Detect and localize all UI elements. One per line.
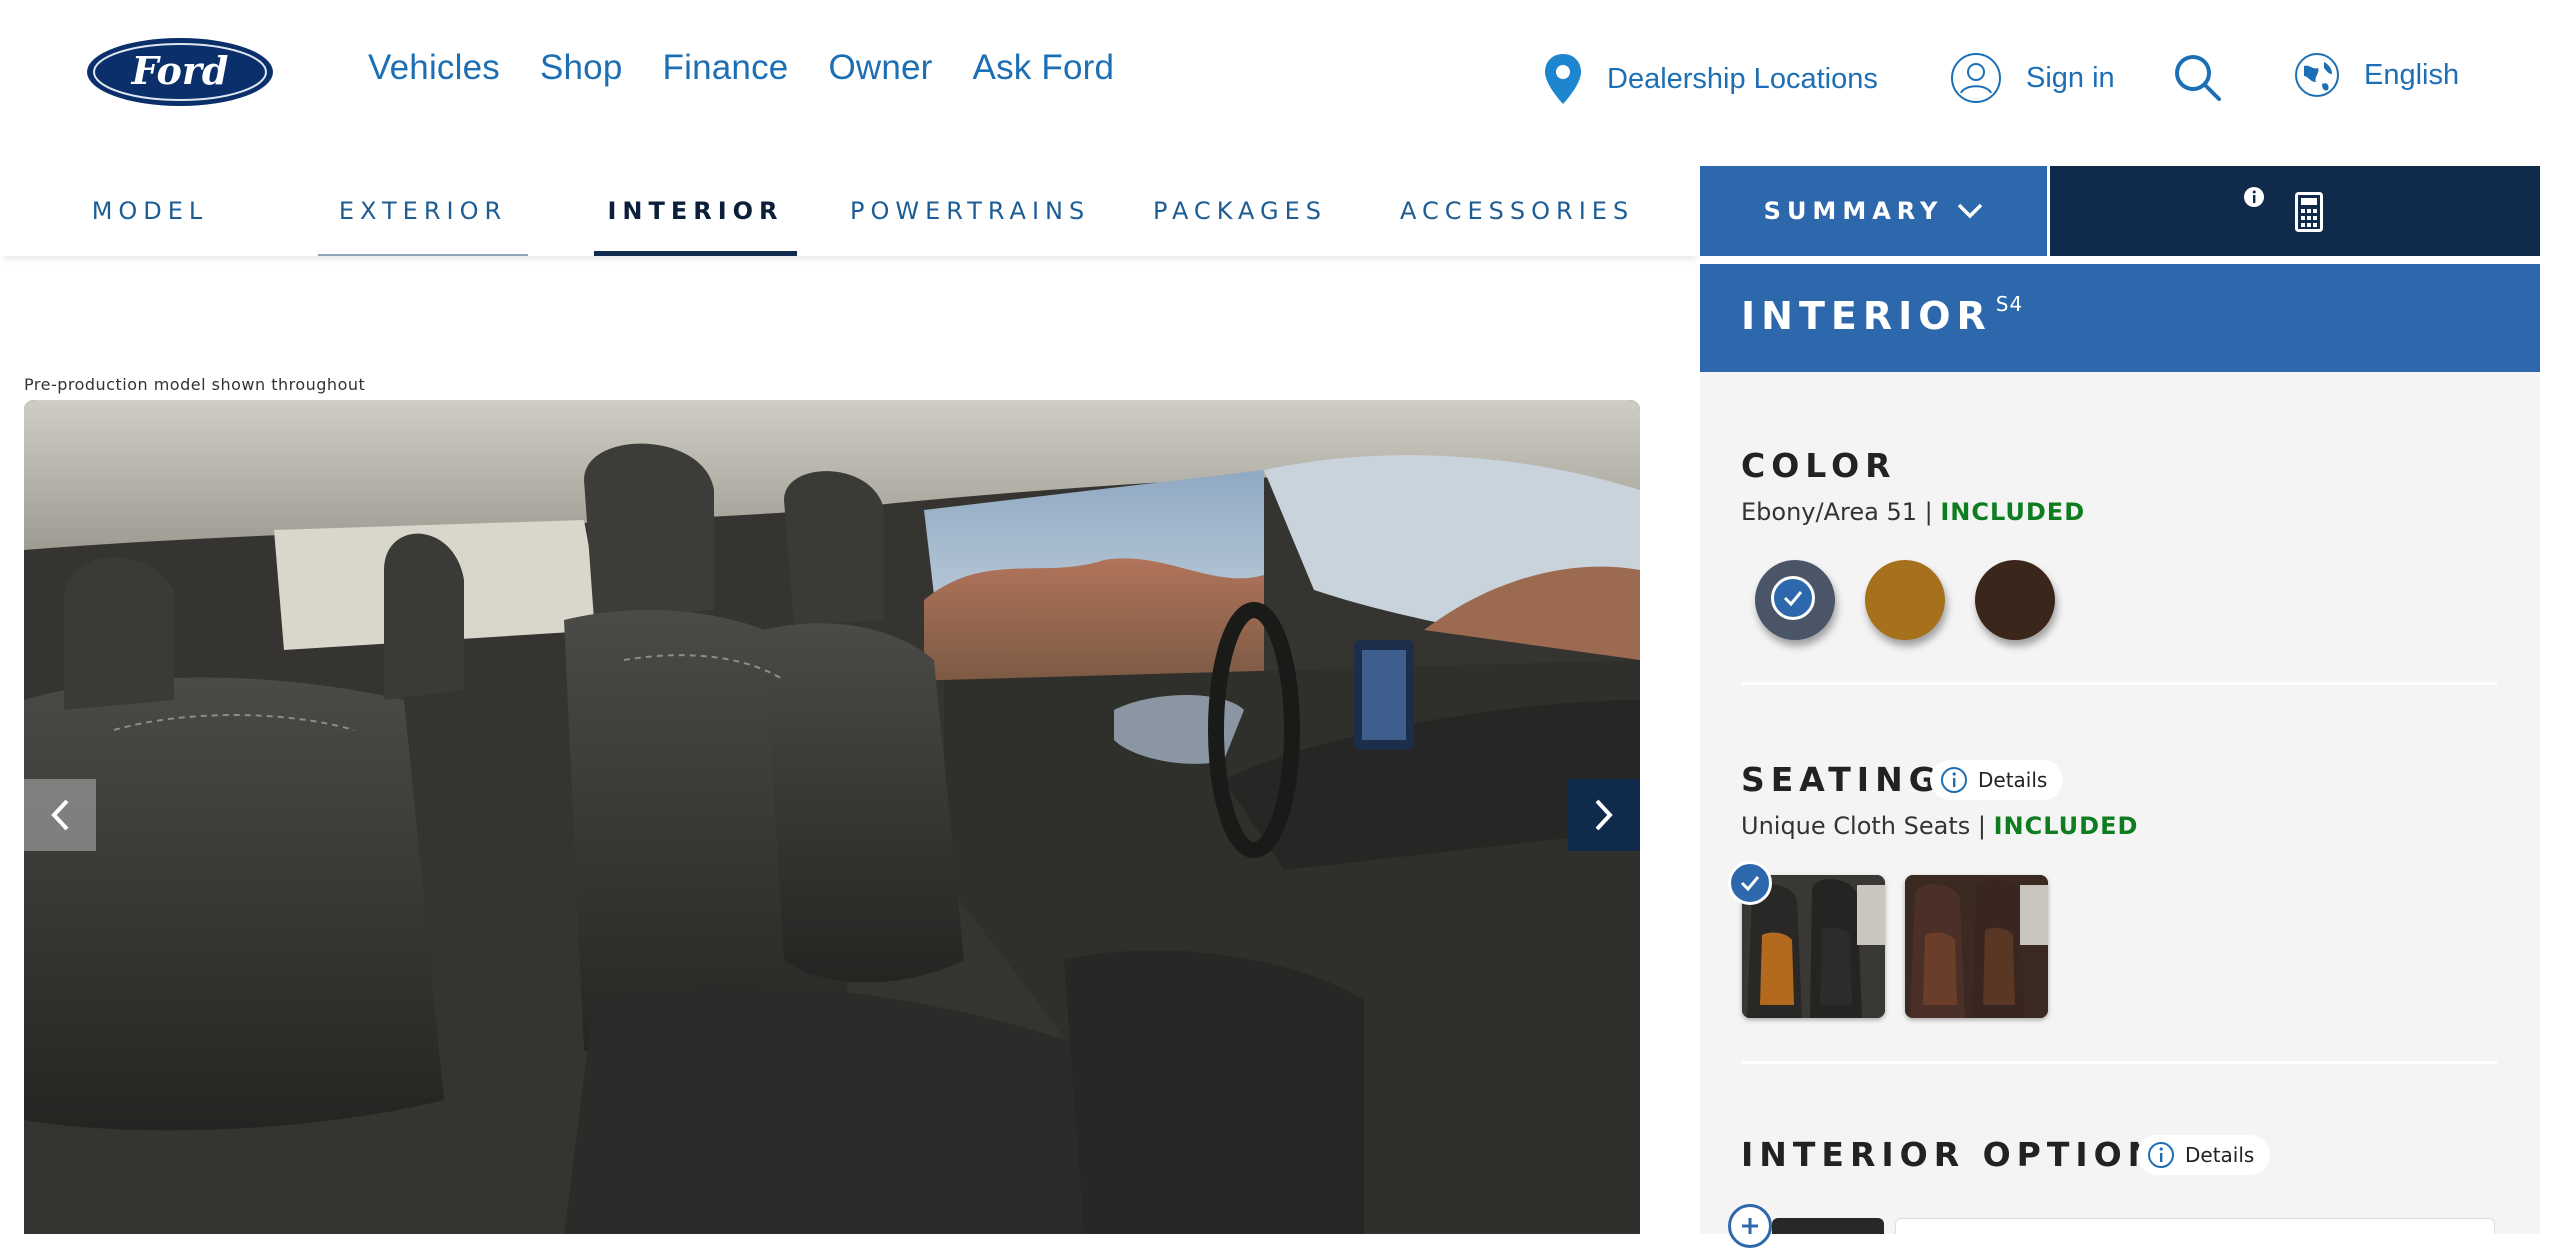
tab-packages[interactable]: PACKAGES [1150, 166, 1330, 256]
panel-title-text: INTERIOR [1741, 294, 1992, 338]
tab-interior[interactable]: INTERIOR [594, 166, 797, 256]
info-icon [1941, 767, 1967, 793]
language-label: English [2364, 58, 2460, 91]
seating-details-button[interactable]: Details [1930, 760, 2064, 800]
chevron-right-icon [1595, 799, 1613, 831]
tab-exterior[interactable]: EXTERIOR [318, 166, 528, 256]
nav-owner[interactable]: Owner [828, 48, 932, 88]
seating-selection-text: Unique Cloth Seats | INCLUDED [1741, 812, 2138, 840]
sign-in-label: Sign in [2026, 61, 2115, 94]
calculator-icon [2295, 192, 2323, 232]
tab-powertrains[interactable]: POWERTRAINS [850, 166, 1085, 256]
seating-details-label: Details [1978, 768, 2048, 792]
search-button[interactable] [2172, 52, 2222, 102]
color-selection-text: Ebony/Area 51 | INCLUDED [1741, 498, 2085, 526]
color-section-title: COLOR [1741, 446, 1897, 485]
tab-visited-underline [318, 254, 528, 256]
swatch-brown[interactable] [1975, 560, 2055, 640]
main-nav: Vehicles Shop Finance Owner Ask Ford [368, 48, 1154, 88]
seating-status: INCLUDED [1993, 812, 2139, 840]
next-image-button[interactable] [1568, 779, 1640, 851]
tab-packages-label: PACKAGES [1153, 197, 1327, 225]
tab-accessories-label: ACCESSORIES [1400, 197, 1635, 225]
seating-name: Unique Cloth Seats | [1741, 812, 1994, 840]
seat-thumbnail-image [1905, 875, 2048, 1018]
top-header: Ford Vehicles Shop Finance Owner Ask For… [0, 0, 2560, 160]
swatch-tan[interactable] [1865, 560, 1945, 640]
tab-exterior-label: EXTERIOR [338, 197, 508, 225]
summary-button[interactable]: SUMMARY [1700, 166, 2047, 256]
language-selector[interactable]: English [2294, 52, 2459, 98]
option-thumbnail[interactable] [1772, 1218, 1884, 1234]
interior-illustration [24, 400, 1640, 1234]
preproduction-disclaimer: Pre-production model shown throughout [24, 375, 366, 394]
sign-in-link[interactable]: Sign in [1950, 52, 2115, 104]
search-icon [2175, 55, 2221, 101]
logo-text: Ford [131, 48, 229, 93]
interior-image [24, 400, 1640, 1234]
chevron-left-icon [51, 799, 69, 831]
interior-options-details-label: Details [2185, 1143, 2255, 1167]
chevron-down-icon [1958, 203, 1983, 219]
interior-options-title: INTERIOR OPTIONS [1741, 1135, 2192, 1174]
info-icon [2148, 1142, 2174, 1168]
section-divider [1741, 682, 2497, 685]
option-card[interactable] [1895, 1218, 2495, 1234]
plus-icon [1742, 1218, 1758, 1234]
tab-accessories[interactable]: ACCESSORIES [1400, 166, 1628, 256]
previous-image-button[interactable] [24, 779, 96, 851]
trim-badge: S4 [1995, 292, 2024, 316]
selected-check-icon [1771, 576, 1815, 620]
add-option-button[interactable] [1728, 1204, 1772, 1248]
location-pin-icon [1545, 54, 1581, 104]
summary-label: SUMMARY [1763, 197, 1944, 225]
color-status: INCLUDED [1940, 498, 2086, 526]
user-icon [1951, 53, 2001, 103]
payment-calculator-button[interactable] [2050, 166, 2540, 256]
info-icon [2244, 187, 2264, 207]
dealership-locations-link[interactable]: Dealership Locations [1543, 52, 1878, 106]
interior-options-details-button[interactable]: Details [2137, 1135, 2271, 1175]
tab-model-label: MODEL [91, 197, 209, 225]
configurator-tabs: MODEL EXTERIOR INTERIOR POWERTRAINS PACK… [0, 166, 1700, 256]
nav-finance[interactable]: Finance [663, 48, 789, 88]
nav-vehicles[interactable]: Vehicles [368, 48, 500, 88]
seat-selected-check-icon [1728, 861, 1772, 905]
tab-interior-label: INTERIOR [607, 197, 784, 225]
ford-logo[interactable]: Ford [85, 36, 275, 108]
nav-shop[interactable]: Shop [540, 48, 623, 88]
swatch-ebony-area-51[interactable] [1755, 560, 1835, 640]
seat-option-alternate[interactable] [1905, 875, 2048, 1018]
panel-title: INTERIOR S4 [1741, 292, 2023, 338]
nav-ask-ford[interactable]: Ask Ford [973, 48, 1115, 88]
tab-active-underline [594, 251, 797, 256]
tab-powertrains-label: POWERTRAINS [850, 197, 1091, 225]
dealership-label: Dealership Locations [1607, 62, 1878, 95]
globe-icon [2295, 53, 2339, 97]
interior-options-panel [1700, 264, 2540, 1234]
tab-model[interactable]: MODEL [60, 166, 240, 256]
section-divider [1741, 1061, 2497, 1064]
seating-section-title: SEATING [1741, 760, 1942, 799]
color-name: Ebony/Area 51 | [1741, 498, 1941, 526]
